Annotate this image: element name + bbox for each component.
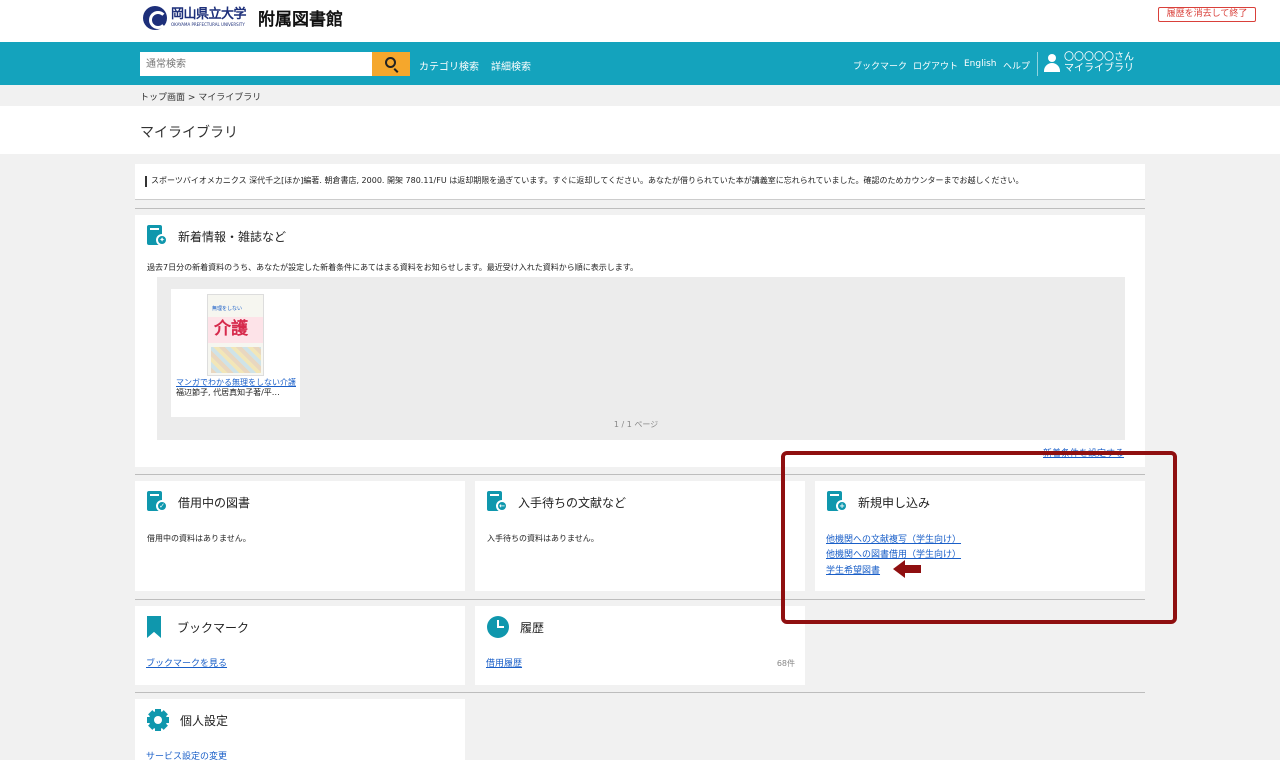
- university-logo[interactable]: 岡山県立大学 OKAYAMA PREFECTURAL UNIVERSITY 附属…: [143, 5, 343, 30]
- loans-panel: ✓ 借用中の図書 借用中の資料はありません。: [135, 481, 465, 591]
- logout-link[interactable]: ログアウト: [913, 59, 958, 72]
- bookmark-title: ブックマーク: [177, 620, 250, 635]
- waiting-title: 入手待ちの文献など: [518, 495, 627, 510]
- nav-bookmark-link[interactable]: ブックマーク: [853, 59, 907, 72]
- loan-history-link[interactable]: 借用履歴: [486, 656, 522, 669]
- book-card[interactable]: 無理をしない 介護 マンガでわかる無理をしない介護 福辺節子, 代居真知子著/平…: [171, 289, 300, 417]
- new-arrivals-list: 無理をしない 介護 マンガでわかる無理をしない介護 福辺節子, 代居真知子著/平…: [157, 277, 1125, 440]
- clear-history-button[interactable]: 履歴を消去して終了: [1158, 7, 1256, 22]
- library-name: 附属図書館: [258, 10, 344, 30]
- title-bar: マイライブラリ: [0, 106, 1280, 154]
- bookmark-icon: [147, 616, 161, 638]
- breadcrumb-bar: トップ画面 > マイライブラリ: [0, 85, 1280, 106]
- notice-text: スポーツバイオメカニクス 深代千之[ほか]編著. 朝倉書店, 2000. 開架 …: [151, 176, 1024, 185]
- english-link[interactable]: English: [964, 59, 997, 69]
- waiting-book-icon: ←: [487, 491, 508, 513]
- divider: [135, 208, 1145, 209]
- bookmark-panel: ブックマーク ブックマークを見る: [135, 606, 465, 685]
- waiting-empty-text: 入手待ちの資料はありません。: [487, 534, 599, 543]
- loan-book-icon: ✓: [147, 491, 168, 513]
- new-arrivals-title: 新着情報・雑誌など: [178, 229, 287, 244]
- loans-title: 借用中の図書: [178, 495, 251, 510]
- user-menu[interactable]: 〇〇〇〇〇さん マイライブラリ: [1064, 52, 1134, 74]
- history-title: 履歴: [520, 620, 545, 635]
- logo-university-name: 岡山県立大学: [171, 7, 247, 22]
- divider: [135, 692, 1145, 693]
- new-arrivals-description: 過去7日分の新着資料のうち、あなたが設定した新着条件にあてはまる資料をお知らせし…: [147, 263, 639, 272]
- nav-divider: [1037, 52, 1038, 76]
- pointer-arrow-icon: [893, 560, 921, 578]
- main-nav-bar: カテゴリ検索 詳細検索 ブックマーク ログアウト English ヘルプ 〇〇〇…: [0, 42, 1280, 85]
- clock-icon: [487, 616, 509, 638]
- highlight-box: [781, 451, 1177, 624]
- notice-message: スポーツバイオメカニクス 深代千之[ほか]編著. 朝倉書店, 2000. 開架 …: [135, 164, 1145, 200]
- gear-icon: [147, 709, 169, 731]
- new-arrivals-panel: ✦ 新着情報・雑誌など 過去7日分の新着資料のうち、あなたが設定した新着条件にあ…: [135, 215, 1145, 467]
- waiting-panel: ← 入手待ちの文献など 入手待ちの資料はありません。: [475, 481, 805, 591]
- history-count: 68件: [776, 659, 795, 668]
- history-panel: 履歴 借用履歴 68件: [475, 606, 805, 685]
- pagination: 1 / 1 ページ: [613, 420, 659, 429]
- logo-english-name: OKAYAMA PREFECTURAL UNIVERSITY: [171, 22, 245, 27]
- settings-title: 個人設定: [180, 713, 229, 728]
- view-bookmarks-link[interactable]: ブックマークを見る: [146, 656, 227, 669]
- university-emblem-icon: [143, 5, 167, 30]
- user-name: 〇〇〇〇〇さん: [1064, 52, 1134, 63]
- category-search-link[interactable]: カテゴリ検索: [419, 58, 479, 73]
- search-icon: [385, 57, 396, 68]
- my-library-label: マイライブラリ: [1064, 63, 1134, 74]
- notice-marker: [145, 176, 147, 187]
- help-link[interactable]: ヘルプ: [1003, 59, 1030, 72]
- book-cover-image[interactable]: 無理をしない 介護: [207, 294, 264, 376]
- search-button[interactable]: [372, 52, 410, 76]
- breadcrumb: トップ画面 > マイライブラリ: [140, 93, 262, 103]
- new-arrivals-book-icon: ✦: [147, 225, 168, 247]
- settings-panel: 個人設定 サービス設定の変更: [135, 699, 465, 760]
- page-title: マイライブラリ: [140, 125, 238, 141]
- service-settings-link[interactable]: サービス設定の変更: [146, 749, 227, 760]
- book-author: 福辺節子, 代居真知子著/平…: [176, 388, 280, 397]
- user-icon[interactable]: [1043, 54, 1061, 72]
- top-header: 岡山県立大学 OKAYAMA PREFECTURAL UNIVERSITY 附属…: [0, 0, 1280, 42]
- loans-empty-text: 借用中の資料はありません。: [147, 534, 251, 543]
- advanced-search-link[interactable]: 詳細検索: [491, 58, 531, 73]
- search-input[interactable]: [140, 52, 373, 76]
